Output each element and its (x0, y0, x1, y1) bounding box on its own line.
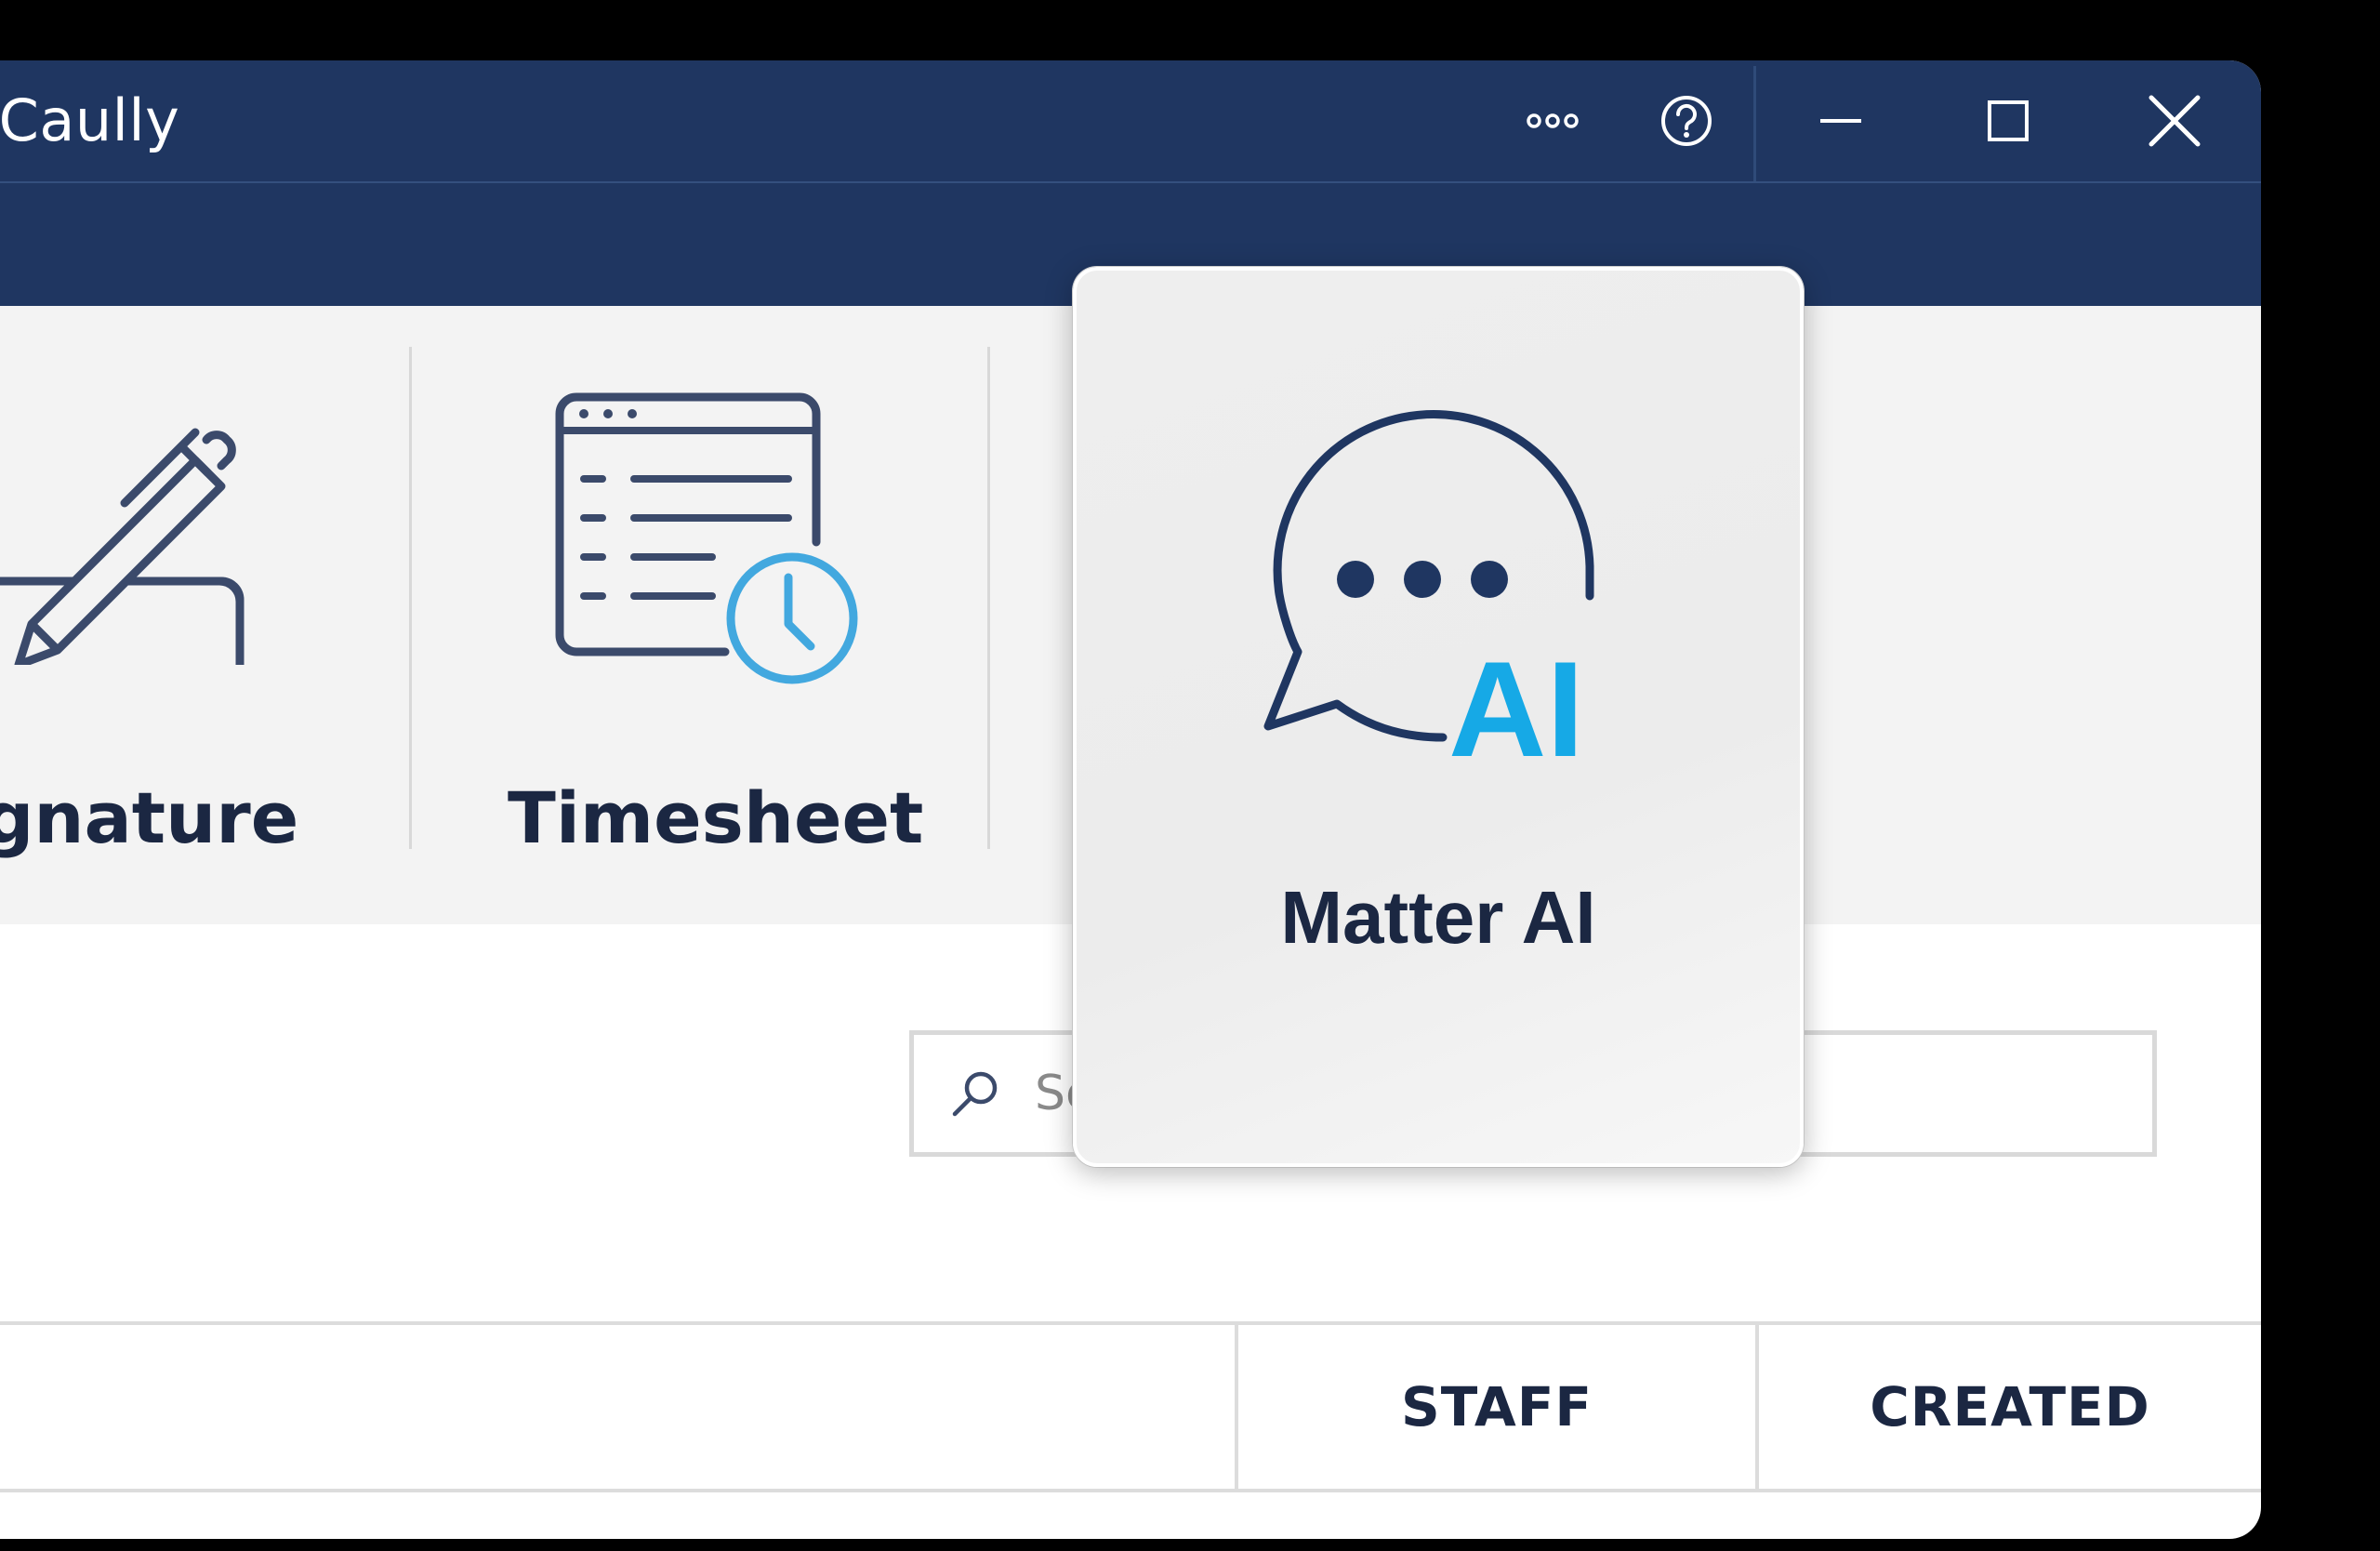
minimize-icon (1820, 119, 1861, 123)
tile-signature[interactable]: gnature (0, 386, 400, 869)
ribbon-divider (987, 347, 990, 849)
matter-ai-label: Matter AI (1280, 876, 1596, 959)
column-header-created[interactable]: CREATED (1759, 1325, 2261, 1489)
chat-bubble-icon: AI (1263, 410, 1594, 782)
signature-pen-icon (0, 428, 245, 665)
help-icon (1661, 96, 1712, 146)
app-window: cCaully (0, 60, 2261, 1539)
window-title: cCaully (0, 86, 180, 154)
help-button[interactable] (1651, 60, 1722, 181)
matter-ai-card[interactable]: AI Matter AI (1073, 267, 1804, 1167)
tile-label: gnature (0, 776, 299, 859)
close-button[interactable] (2135, 60, 2215, 181)
maximize-icon (1988, 100, 2029, 141)
title-bar: cCaully (0, 60, 2261, 183)
ai-badge: AI (1448, 633, 1584, 782)
more-icon (1527, 113, 1579, 128)
titlebar-divider (1753, 66, 1756, 181)
tile-timesheet[interactable]: Timesheet (483, 386, 948, 869)
maximize-button[interactable] (1971, 60, 2045, 181)
tile-label: Timesheet (508, 776, 924, 859)
minimize-button[interactable] (1804, 60, 1878, 181)
close-icon (2149, 95, 2201, 147)
column-header-staff[interactable]: STAFF (1238, 1325, 1755, 1489)
table-header: STAFF CREATED (0, 1321, 2261, 1492)
ribbon-divider (409, 347, 412, 849)
more-button[interactable] (1515, 60, 1590, 181)
search-icon (952, 1071, 998, 1117)
timesheet-icon (555, 392, 858, 684)
